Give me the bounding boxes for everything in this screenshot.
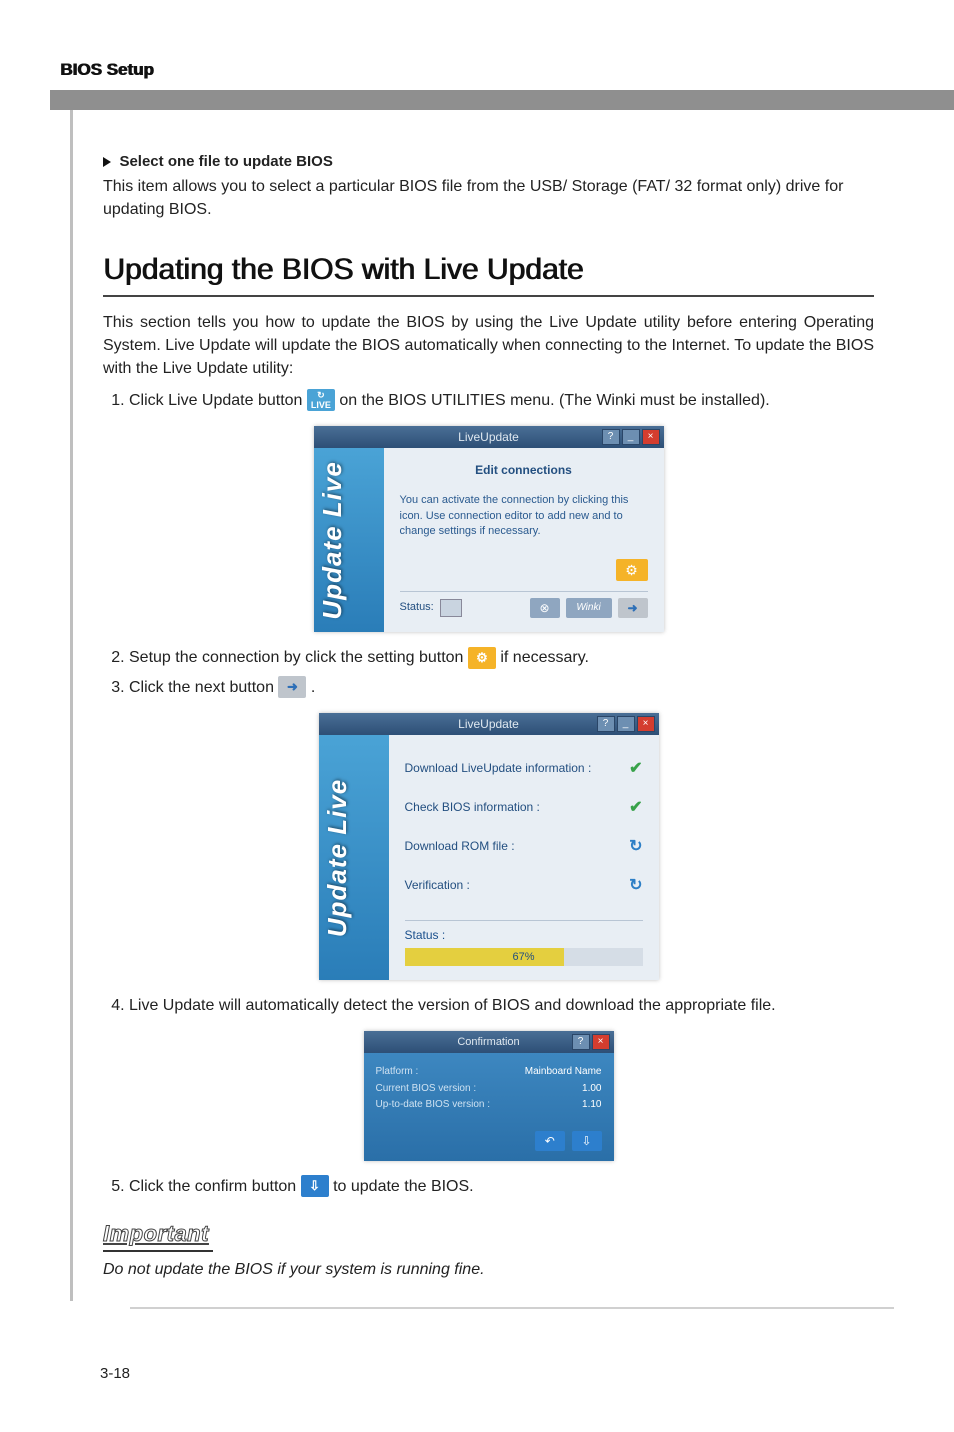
- uptodate-bios-value: 1.10: [582, 1098, 601, 1113]
- row-download-info: Download LiveUpdate information :: [405, 760, 592, 777]
- live-update-icon: ↻LIVE: [307, 389, 335, 411]
- important-rule: [103, 1250, 213, 1252]
- minimize-button[interactable]: _: [622, 429, 640, 445]
- help-button[interactable]: ?: [597, 716, 615, 732]
- steps-list-2: Setup the connection by click the settin…: [103, 646, 874, 698]
- step-2: Setup the connection by click the settin…: [129, 646, 874, 669]
- window-titlebar: LiveUpdate ? _ ×: [319, 713, 659, 735]
- step-1-text-a: Click Live Update button: [129, 392, 307, 409]
- close-button[interactable]: ×: [592, 1034, 610, 1050]
- page-header: BIOS Setup: [60, 60, 894, 80]
- pane-description: You can activate the connection by click…: [400, 493, 648, 539]
- section-intro: This section tells you how to update the…: [103, 311, 874, 381]
- footer-rule: [130, 1307, 894, 1309]
- current-bios-value: 1.00: [582, 1082, 601, 1097]
- row-check-bios: Check BIOS information :: [405, 799, 540, 816]
- step-1: Click Live Update button ↻LIVE on the BI…: [129, 389, 874, 412]
- screenshot-confirmation: Confirmation ? × Platform : Mainboard Nam…: [364, 1031, 614, 1161]
- steps-list: Click Live Update button ↻LIVE on the BI…: [103, 389, 874, 412]
- uptodate-bios-label: Up-to-date BIOS version :: [376, 1098, 491, 1113]
- brand-logo: Update Live: [319, 735, 389, 980]
- window-title: Confirmation: [457, 1036, 519, 1048]
- step-2-text-a: Setup the connection by click the settin…: [129, 649, 468, 666]
- settings-gear-button[interactable]: ⚙: [616, 559, 648, 581]
- section-rule: [103, 295, 874, 297]
- window-buttons: ? _ ×: [597, 716, 655, 732]
- row-download-rom: Download ROM file :: [405, 838, 515, 855]
- steps-list-5: Click the confirm button ⇩ to update the…: [103, 1175, 874, 1198]
- cancel-button[interactable]: ⊗: [530, 598, 560, 618]
- triangle-bullet-icon: [103, 157, 111, 167]
- confirm-button[interactable]: ⇩: [572, 1131, 602, 1151]
- help-button[interactable]: ?: [572, 1034, 590, 1050]
- monitor-icon: [440, 599, 462, 617]
- status-label: Status:: [400, 600, 434, 616]
- section-title: Updating the BIOS with Live Update: [103, 248, 874, 292]
- status-label: Status :: [405, 927, 643, 944]
- step-5-text-a: Click the confirm button: [129, 1178, 301, 1195]
- sub-item-title: Select one file to update BIOS: [119, 153, 332, 170]
- pane-title: Edit connections: [400, 462, 648, 479]
- step-1-text-b: on the BIOS UTILITIES menu. (The Winki m…: [339, 392, 769, 409]
- help-button[interactable]: ?: [602, 429, 620, 445]
- step-3: Click the next button ➜ .: [129, 676, 874, 699]
- spinner-icon: ↻: [629, 874, 642, 897]
- window-titlebar: Confirmation ? ×: [364, 1031, 614, 1053]
- next-arrow-icon: ➜: [278, 676, 306, 698]
- window-title: LiveUpdate: [458, 430, 519, 444]
- minimize-button[interactable]: _: [617, 716, 635, 732]
- step-5-text-b: to update the BIOS.: [333, 1178, 474, 1195]
- check-icon: ✔: [629, 796, 642, 819]
- window-title: LiveUpdate: [458, 717, 519, 731]
- important-heading: Important: [103, 1218, 874, 1250]
- close-button[interactable]: ×: [637, 716, 655, 732]
- step-4: Live Update will automatically detect th…: [129, 994, 874, 1017]
- platform-value: Mainboard Name: [525, 1065, 602, 1080]
- check-icon: ✔: [629, 757, 642, 780]
- platform-label: Platform :: [376, 1065, 419, 1080]
- brand-logo: Update Live: [314, 448, 384, 633]
- confirm-download-icon: ⇩: [301, 1175, 329, 1197]
- spinner-icon: ↻: [629, 835, 642, 858]
- progress-bar: 67%: [405, 948, 643, 966]
- sub-item-body: This item allows you to select a particu…: [103, 175, 874, 221]
- screenshot-progress: LiveUpdate ? _ × Update Live Download Li…: [319, 713, 659, 980]
- step-3-text-b: .: [311, 679, 315, 696]
- settings-gear-icon: ⚙: [468, 647, 496, 669]
- back-button[interactable]: ↶: [535, 1131, 565, 1151]
- page-number: 3-18: [100, 1365, 130, 1382]
- step-2-text-b: if necessary.: [500, 649, 589, 666]
- close-button[interactable]: ×: [642, 429, 660, 445]
- step-3-text-a: Click the next button: [129, 679, 278, 696]
- screenshot-edit-connections: LiveUpdate ? _ × Update Live Edit connec…: [314, 426, 664, 633]
- sub-item: Select one file to update BIOS This item…: [103, 150, 874, 222]
- next-button[interactable]: ➜: [618, 598, 648, 618]
- main-content: Select one file to update BIOS This item…: [70, 110, 894, 1301]
- progress-percent: 67%: [405, 948, 643, 966]
- window-titlebar: LiveUpdate ? _ ×: [314, 426, 664, 448]
- step-5: Click the confirm button ⇩ to update the…: [129, 1175, 874, 1198]
- row-verification: Verification :: [405, 877, 470, 894]
- header-bar: [50, 90, 954, 110]
- important-note: Do not update the BIOS if your system is…: [103, 1258, 874, 1281]
- steps-list-4: Live Update will automatically detect th…: [103, 994, 874, 1017]
- window-buttons: ? ×: [572, 1034, 610, 1050]
- winki-button[interactable]: Winki: [566, 598, 612, 618]
- window-buttons: ? _ ×: [602, 429, 660, 445]
- current-bios-label: Current BIOS version :: [376, 1082, 477, 1097]
